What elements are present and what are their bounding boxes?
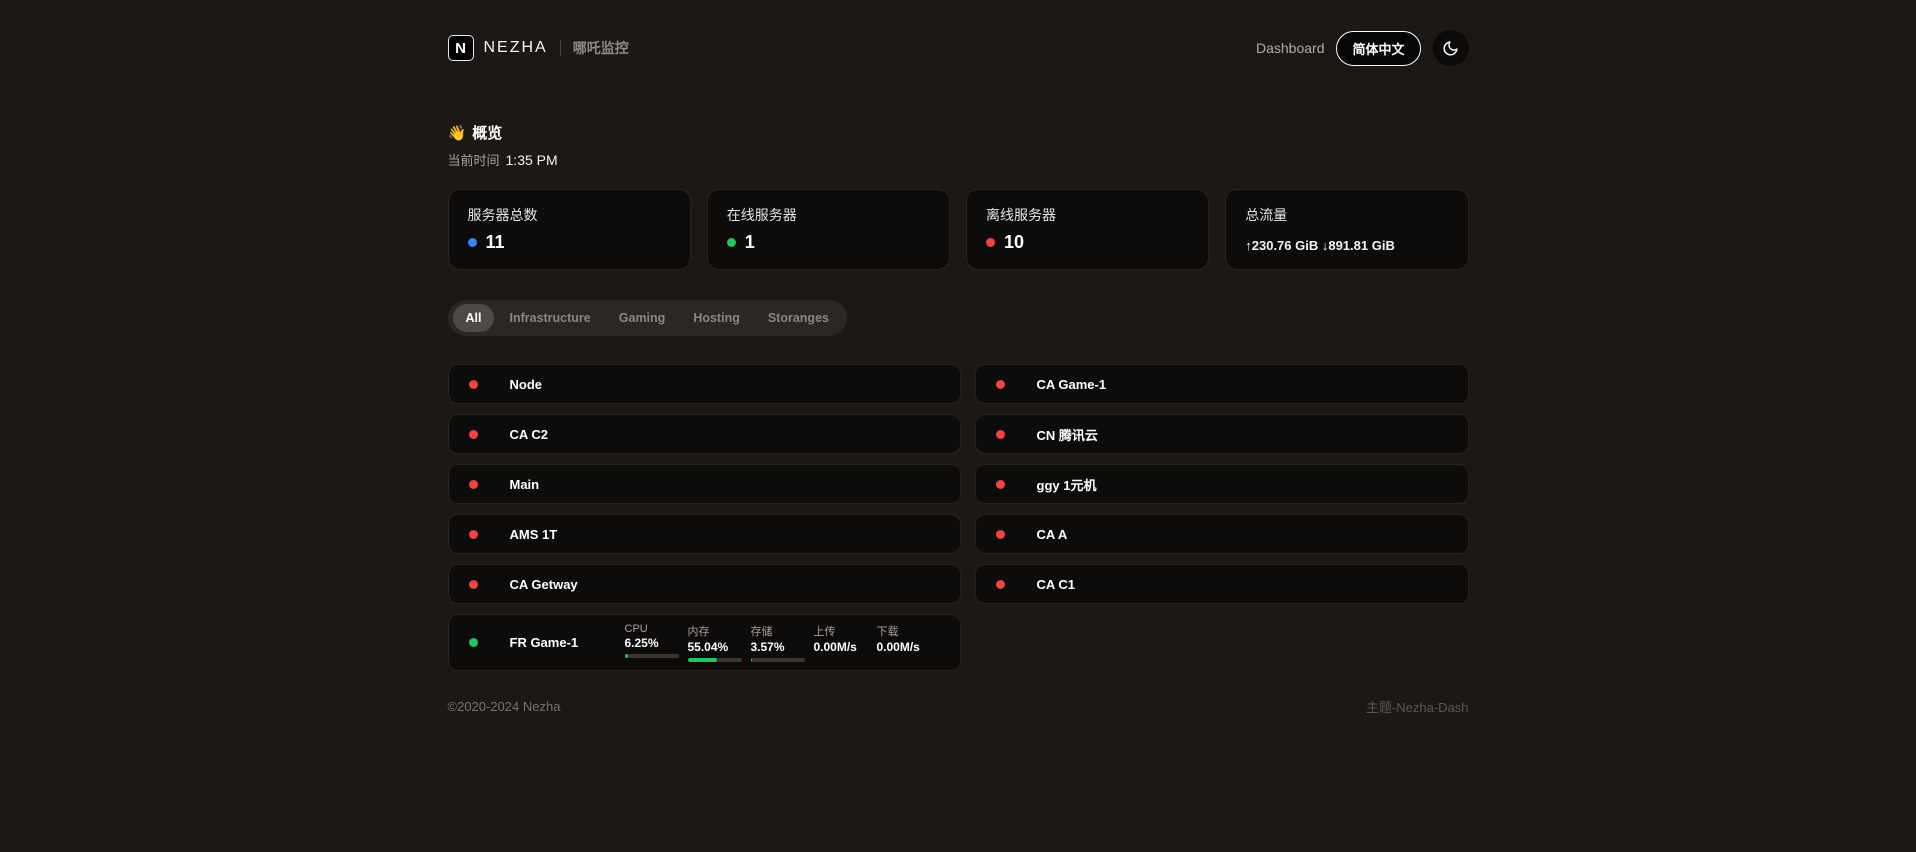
wave-emoji-icon: 👋 bbox=[448, 124, 467, 142]
status-dot-icon bbox=[469, 480, 478, 489]
server-row-online[interactable]: FR Game-1 CPU 6.25% 内存 55.04% bbox=[448, 614, 961, 671]
status-dot-icon bbox=[996, 380, 1005, 389]
stat-card-total-servers: 服务器总数 11 bbox=[448, 189, 691, 270]
server-live-stats: CPU 6.25% 内存 55.04% bbox=[625, 623, 940, 662]
brand-divider bbox=[560, 40, 561, 56]
green-dot-icon bbox=[727, 238, 736, 247]
server-row[interactable]: CN 腾讯云 bbox=[975, 414, 1469, 454]
page-title: 👋 概览 bbox=[448, 122, 1469, 143]
server-row[interactable]: CA Game-1 bbox=[975, 364, 1469, 404]
tab-storanges[interactable]: Storanges bbox=[755, 304, 842, 332]
stat-card-online-servers: 在线服务器 1 bbox=[707, 189, 950, 270]
status-dot-icon bbox=[996, 530, 1005, 539]
server-row[interactable]: CA Getway bbox=[448, 564, 961, 604]
status-dot-icon bbox=[469, 580, 478, 589]
status-dot-icon bbox=[996, 430, 1005, 439]
server-row[interactable]: Main bbox=[448, 464, 961, 504]
stat-label: 在线服务器 bbox=[727, 205, 930, 225]
stats-grid: 服务器总数 11 在线服务器 1 离线服务器 10 bbox=[448, 189, 1469, 270]
theme-toggle-button[interactable] bbox=[1433, 30, 1469, 66]
moon-icon bbox=[1442, 40, 1459, 57]
nezha-logo-icon: N bbox=[448, 35, 474, 61]
server-row[interactable]: ggy 1元机 bbox=[975, 464, 1469, 504]
stat-value: 1 bbox=[745, 232, 755, 253]
storage-stat: 存储 3.57% bbox=[751, 623, 814, 662]
header: N NEZHA 哪吒监控 Dashboard 简体中文 bbox=[448, 0, 1469, 66]
server-name: CN 腾讯云 bbox=[1037, 425, 1098, 444]
stat-col-value: 0.00M/s bbox=[877, 640, 940, 654]
brand-name: NEZHA bbox=[484, 39, 548, 57]
header-actions: Dashboard 简体中文 bbox=[1256, 30, 1469, 66]
footer: ©2020-2024 Nezha 主题-Nezha-Dash bbox=[448, 697, 1469, 716]
server-name: FR Game-1 bbox=[510, 635, 625, 650]
page-container: N NEZHA 哪吒监控 Dashboard 简体中文 👋 概览 当前时间 bbox=[448, 0, 1469, 716]
tab-all[interactable]: All bbox=[453, 304, 495, 332]
stat-value: 11 bbox=[486, 232, 505, 253]
stat-label: 服务器总数 bbox=[468, 205, 671, 225]
server-name: CA Game-1 bbox=[1037, 377, 1107, 392]
stat-value: 10 bbox=[1004, 232, 1024, 253]
group-tabs: All Infrastructure Gaming Hosting Storan… bbox=[448, 300, 847, 336]
language-button[interactable]: 简体中文 bbox=[1336, 31, 1420, 66]
time-value: 1:35 PM bbox=[506, 152, 558, 168]
blue-dot-icon bbox=[468, 238, 477, 247]
storage-progress-bar bbox=[751, 658, 805, 662]
traffic-value: ↑230.76 GiB ↓891.81 GiB bbox=[1245, 238, 1448, 253]
status-dot-icon bbox=[469, 380, 478, 389]
tab-infrastructure[interactable]: Infrastructure bbox=[496, 304, 603, 332]
tab-gaming[interactable]: Gaming bbox=[606, 304, 679, 332]
status-dot-icon bbox=[996, 480, 1005, 489]
server-name: AMS 1T bbox=[510, 527, 558, 542]
upload-stat: 上传 0.00M/s bbox=[814, 623, 877, 662]
status-dot-icon bbox=[996, 580, 1005, 589]
memory-progress-bar bbox=[688, 658, 742, 662]
server-name: CA A bbox=[1037, 527, 1068, 542]
overview-section: 👋 概览 当前时间 1:35 PM 服务器总数 11 在线服务器 1 bbox=[448, 122, 1469, 716]
server-row[interactable]: CA A bbox=[975, 514, 1469, 554]
stat-card-offline-servers: 离线服务器 10 bbox=[966, 189, 1209, 270]
tab-hosting[interactable]: Hosting bbox=[680, 304, 753, 332]
stat-col-value: 6.25% bbox=[625, 636, 688, 650]
stat-col-label: 内存 bbox=[688, 623, 751, 639]
server-name: Node bbox=[510, 377, 543, 392]
current-time: 当前时间 1:35 PM bbox=[448, 150, 1469, 169]
server-row[interactable]: AMS 1T bbox=[448, 514, 961, 554]
dashboard-link[interactable]: Dashboard bbox=[1256, 40, 1325, 56]
stat-label: 离线服务器 bbox=[986, 205, 1189, 225]
stat-col-label: 上传 bbox=[814, 623, 877, 639]
brand-subtitle: 哪吒监控 bbox=[573, 38, 629, 58]
stat-col-label: 下载 bbox=[877, 623, 940, 639]
server-name: CA Getway bbox=[510, 577, 578, 592]
stat-col-label: 存储 bbox=[751, 623, 814, 639]
brand-logo-link[interactable]: N NEZHA 哪吒监控 bbox=[448, 35, 629, 61]
cpu-stat: CPU 6.25% bbox=[625, 623, 688, 662]
theme-link[interactable]: 主题-Nezha-Dash bbox=[1366, 697, 1469, 716]
time-label: 当前时间 bbox=[448, 150, 500, 169]
server-column-right: CA Game-1 CN 腾讯云 ggy 1元机 CA A CA C1 bbox=[975, 364, 1469, 671]
server-row[interactable]: Node bbox=[448, 364, 961, 404]
status-dot-icon bbox=[469, 638, 478, 647]
memory-stat: 内存 55.04% bbox=[688, 623, 751, 662]
stat-label: 总流量 bbox=[1245, 205, 1448, 225]
copyright-text[interactable]: ©2020-2024 Nezha bbox=[448, 699, 561, 714]
server-row[interactable]: CA C1 bbox=[975, 564, 1469, 604]
server-name: ggy 1元机 bbox=[1037, 475, 1097, 494]
red-dot-icon bbox=[986, 238, 995, 247]
server-name: Main bbox=[510, 477, 540, 492]
stat-col-label: CPU bbox=[625, 623, 688, 635]
status-dot-icon bbox=[469, 430, 478, 439]
overview-title-text: 概览 bbox=[472, 122, 502, 143]
cpu-progress-bar bbox=[625, 654, 679, 658]
server-row[interactable]: CA C2 bbox=[448, 414, 961, 454]
download-stat: 下载 0.00M/s bbox=[877, 623, 940, 662]
server-column-left: Node CA C2 Main AMS 1T CA Getway bbox=[448, 364, 961, 671]
stat-col-value: 3.57% bbox=[751, 640, 814, 654]
status-dot-icon bbox=[469, 530, 478, 539]
server-list: Node CA C2 Main AMS 1T CA Getway bbox=[448, 364, 1469, 671]
server-name: CA C2 bbox=[510, 427, 549, 442]
stat-col-value: 0.00M/s bbox=[814, 640, 877, 654]
server-name: CA C1 bbox=[1037, 577, 1076, 592]
stat-card-total-traffic: 总流量 ↑230.76 GiB ↓891.81 GiB bbox=[1225, 189, 1468, 270]
stat-col-value: 55.04% bbox=[688, 640, 751, 654]
